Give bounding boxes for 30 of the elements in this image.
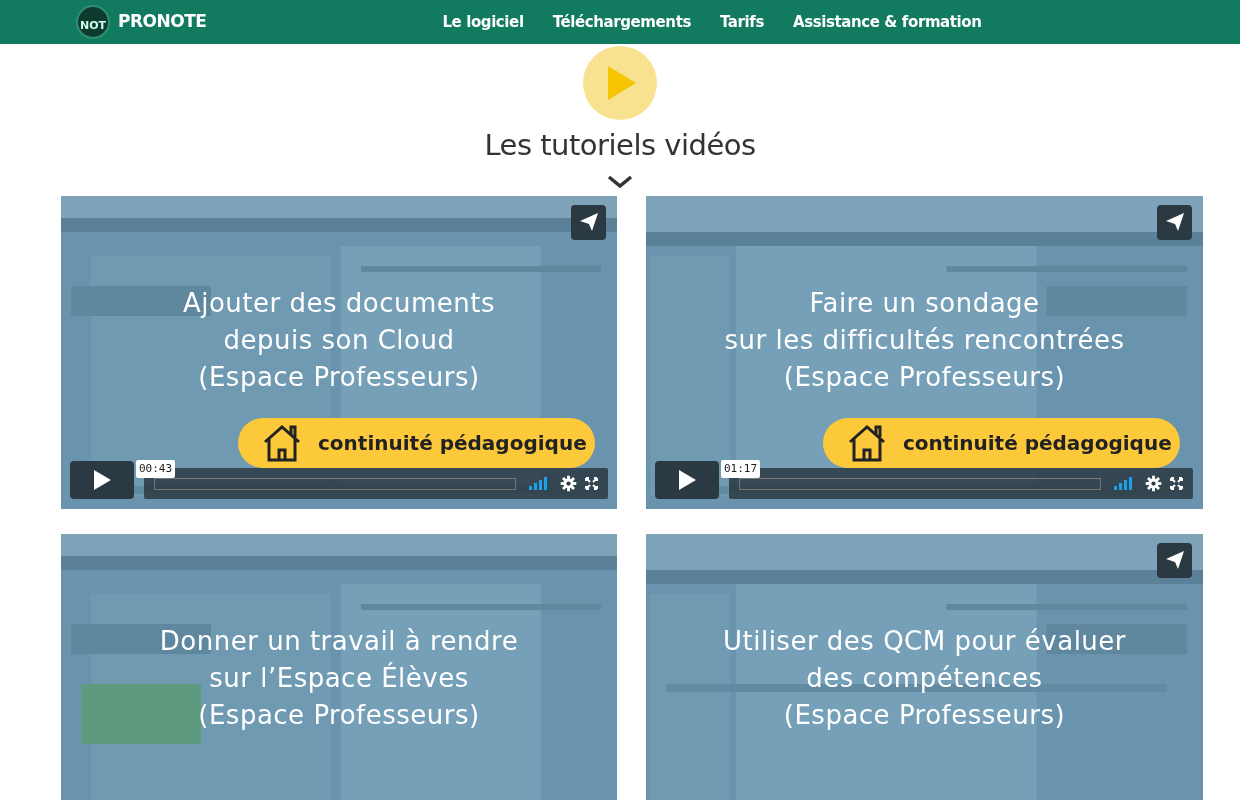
fullscreen-icon[interactable] [585, 476, 598, 490]
share-button[interactable] [1157, 542, 1192, 578]
progress-track[interactable] [739, 477, 1101, 490]
video-title: Ajouter des documents depuis son Cloud (Espace Professeurs) [182, 287, 496, 395]
badge-text: continuité pédagogique [903, 429, 1172, 457]
nav-link[interactable]: Tarifs [719, 10, 764, 34]
progress-track[interactable] [154, 477, 516, 490]
play-button[interactable] [70, 460, 134, 499]
house-icon [262, 423, 302, 462]
nav-link[interactable]: Le logiciel [442, 10, 524, 34]
section-heading: Les tutoriels vidéos [484, 127, 756, 164]
logo-icon[interactable]: NOT [76, 5, 110, 39]
share-icon [578, 212, 599, 232]
fullscreen-icon[interactable] [1170, 476, 1183, 490]
badge-text: continuité pédagogique [318, 429, 587, 457]
nav-link[interactable]: Téléchargements [552, 10, 691, 34]
settings-icon[interactable] [1145, 474, 1162, 492]
house-icon [847, 423, 887, 462]
share-button[interactable] [571, 204, 606, 240]
brand-link[interactable]: PRONOTE [118, 9, 207, 35]
video-title: Utiliser des QCM pour évaluer des compétences (Espace Professeurs) [722, 625, 1127, 733]
chevron-down-icon[interactable] [607, 173, 633, 188]
nav-link[interactable]: Assistance & formation [792, 10, 982, 34]
share-button[interactable] [1157, 204, 1192, 240]
play-icon [92, 468, 112, 491]
play-button[interactable] [655, 460, 719, 499]
play-icon [677, 468, 697, 491]
video-title: Donner un travail à rendre sur l’Espace Élèves (Espace Professeurs) [159, 625, 519, 733]
video-title: Faire un sondage sur les difficultés rencontrées (Espace Professeurs) [724, 287, 1125, 395]
settings-icon[interactable] [560, 474, 577, 492]
